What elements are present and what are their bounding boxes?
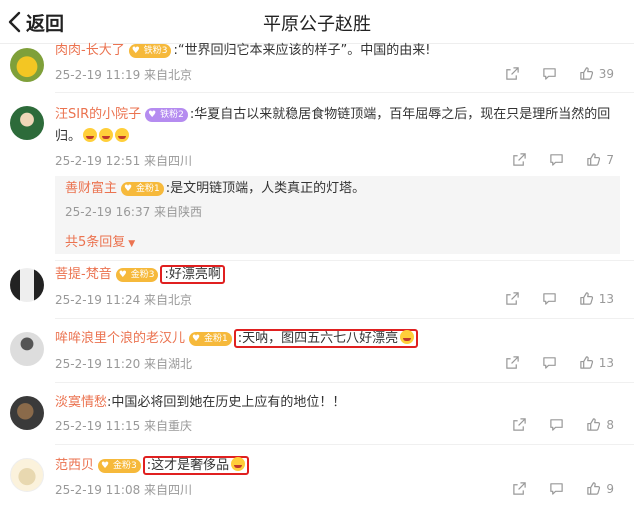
chevron-down-icon: ▼ [128,239,136,249]
share-icon [512,481,527,496]
avatar[interactable] [10,458,44,492]
like-button[interactable]: 39 [579,66,614,81]
comment-item: 范西贝金粉3 :这才是奢侈品 25-2-19 11:08 来自四川 9 [0,454,634,504]
thumbs-up-icon [579,355,594,370]
share-button[interactable] [505,66,520,81]
thumbs-up-icon [579,291,594,306]
like-count: 7 [606,152,614,167]
like-button[interactable]: 9 [586,481,614,496]
like-count: 13 [598,291,614,306]
like-button[interactable]: 13 [579,355,614,370]
comment-meta: 25-2-19 11:15 来自重庆 [55,419,193,433]
share-icon [512,152,527,167]
thumbs-up-icon [586,481,601,496]
divider [55,260,634,261]
username[interactable]: 哞哞浪里个浪的老汉儿 [55,331,185,346]
like-button[interactable]: 8 [586,417,614,432]
thumbs-up-icon [586,152,601,167]
comment-item: 哞哞浪里个浪的老汉儿金粉1 :天呐，图四五六七八好漂亮 25-2-19 11:20… [0,326,634,383]
like-button[interactable]: 13 [579,291,614,306]
comment-text: :好漂亮啊 [160,265,225,284]
share-icon [505,291,520,306]
comment-text: :“世界回归它本来应该的样子”。中国的由来! [173,43,431,58]
avatar[interactable] [10,48,44,82]
comment-meta: 25-2-19 11:24 来自北京 [55,293,193,307]
reply-box: 善财富主金粉1:是文明链顶端，人类真正的灯塔。 25-2-19 16:37 来自… [55,176,620,254]
share-icon [505,355,520,370]
like-count: 9 [606,481,614,496]
comment-icon [542,291,557,306]
comment-text: :这才是奢侈品 [146,458,230,473]
share-button[interactable] [505,355,520,370]
comment-meta: 25-2-19 11:20 来自湖北 [55,357,193,371]
reply-button[interactable] [542,291,557,306]
party-emoji-icon [99,128,114,142]
comment-item: 菩提-梵音金粉3:好漂亮啊 25-2-19 11:24 来自北京 13 [0,262,634,319]
reply-button[interactable] [542,66,557,81]
reply-meta: 25-2-19 16:37 来自陕西 [65,205,203,219]
share-button[interactable] [512,152,527,167]
more-replies-link[interactable]: 共5条回复 ▼ [65,231,135,250]
avatar[interactable] [10,106,44,140]
drool-emoji-icon [231,457,246,471]
avatar[interactable] [10,332,44,366]
divider [55,444,634,445]
fan-badge: 铁粉2 [145,107,188,122]
comment-icon [549,481,564,496]
fan-badge: 铁粉3 [128,43,172,58]
divider [55,382,634,383]
laugh-emoji-icon [115,128,130,142]
comment-highlight: :这才是奢侈品 [142,456,250,475]
comment-highlight: :天呐，图四五六七八好漂亮 [233,329,419,348]
reply-button[interactable] [542,355,557,370]
comment-meta: 25-2-19 12:51 来自四川 [55,154,193,168]
comment-meta: 25-2-19 11:19 来自北京 [55,68,193,82]
comment-icon [542,355,557,370]
more-replies-label: 共5条回复 [65,235,126,250]
grin-emoji-icon [83,128,98,142]
fan-badge: 金粉3 [115,267,159,282]
divider [55,92,634,93]
reply-button[interactable] [549,481,564,496]
comment-icon [549,152,564,167]
like-count: 13 [598,355,614,370]
username[interactable]: 肉肉-长大了 [55,43,125,58]
like-count: 8 [606,417,614,432]
reply-username[interactable]: 善财富主 [65,181,117,196]
comment-icon [549,417,564,432]
comment-text-cont: 归。 [55,129,82,144]
reply-text: :是文明链顶端，人类真正的灯塔。 [165,181,366,196]
reply-button[interactable] [549,152,564,167]
thumbs-up-icon [579,66,594,81]
avatar[interactable] [10,268,44,302]
thumbs-up-icon [586,417,601,432]
page-title: 平原公子赵胜 [263,14,371,35]
comment-item: 淡寞情愁:中国必将回到她在历史上应有的地位！！ 25-2-19 11:15 来自… [0,390,634,445]
share-icon [505,66,520,81]
comment-text: :华夏自古以来就稳居食物链顶端，百年屈辱之后，现在只是理所当然的回 [189,107,611,122]
username[interactable]: 汪SIR的小院子 [55,107,141,122]
comment-item: 汪SIR的小院子铁粉2:华夏自古以来就稳居食物链顶端，百年屈辱之后，现在只是理所… [0,100,634,261]
username[interactable]: 菩提-梵音 [55,267,112,282]
username[interactable]: 淡寞情愁 [55,395,107,410]
comment-text: :天呐，图四五六七八好漂亮 [237,331,399,346]
like-count: 39 [598,66,614,81]
fan-badge: 金粉1 [189,331,232,346]
comment-item: 肉肉-长大了铁粉3:“世界回归它本来应该的样子”。中国的由来! 25-2-19 … [0,38,634,93]
avatar[interactable] [10,396,44,430]
fan-badge: 金粉1 [121,181,164,196]
comment-meta: 25-2-19 11:08 来自四川 [55,483,193,497]
like-button[interactable]: 7 [586,152,614,167]
comment-icon [542,66,557,81]
heart-eyes-emoji-icon [400,330,415,344]
username[interactable]: 范西贝 [55,458,94,473]
reply-button[interactable] [549,417,564,432]
fan-badge: 金粉3 [98,458,141,473]
share-button[interactable] [512,481,527,496]
comment-text: :中国必将回到她在历史上应有的地位！！ [107,395,346,410]
share-button[interactable] [512,417,527,432]
divider [55,318,634,319]
share-icon [512,417,527,432]
share-button[interactable] [505,291,520,306]
